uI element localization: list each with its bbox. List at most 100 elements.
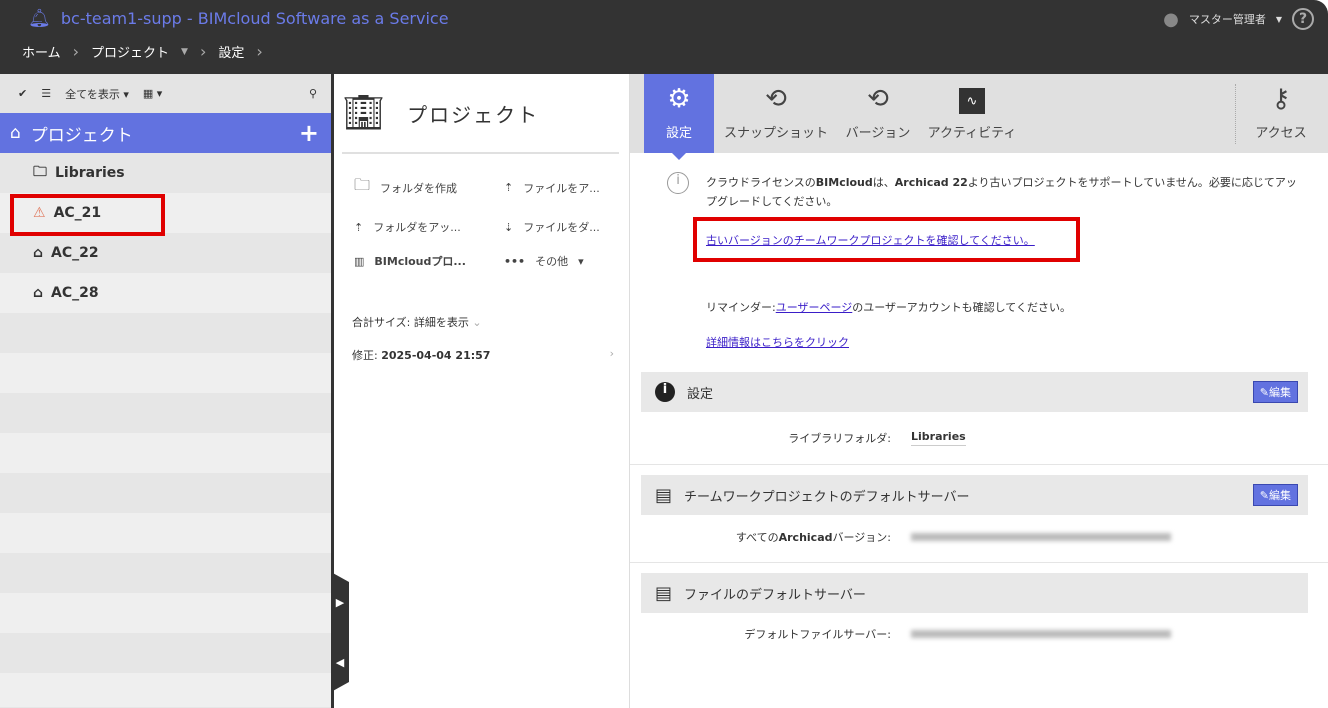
chevron-right-icon: › [256,42,263,61]
file-download-icon: ⇣ [504,220,514,234]
tab-label: スナップショット [723,126,828,141]
sidebar-item-libraries[interactable]: 🗀 Libraries [0,153,331,193]
project-icon: ⌂ [10,123,21,143]
action-label: ファイルをア... [523,181,600,195]
more-info-link[interactable]: 詳細情報はこちらをクリック [706,336,849,349]
section-title: 設定 [687,386,714,402]
action-label: その他 [535,255,569,268]
tab-separator [1235,84,1236,144]
field-label: デフォルトファイルサーバー: [744,628,891,641]
divider [630,562,1328,563]
sidebar-header: ⌂ プロジェクト + [0,113,331,153]
sidebar: ✔ ☰ 全てを表示 ▾ ▦ ▾ ⚲ ⌂ プロジェクト + 🗀 Libraries … [0,74,331,708]
upload-folder-button[interactable]: ⇡ フォルダをアッ... [354,219,504,235]
gear-icon: ⚙ [667,84,691,114]
section-settings: i 設定 ✎編集 [641,372,1308,412]
tab-snapshots[interactable]: ⟲ スナップショット [718,74,834,153]
house-icon: ⌂ [33,245,44,261]
highlight-box [693,217,1080,262]
check-icon[interactable]: ✔ [18,87,27,100]
search-icon[interactable]: ⚲ [309,87,317,100]
tab-bar: ⚙ 設定 ⟲ スナップショット ⟲ バージョン ∿ アクティビティ ⚷ アクセス [630,74,1328,160]
total-size-toggle[interactable]: 合計サイズ: 詳細を表示 ⌄ [352,314,482,330]
breadcrumb-home[interactable]: ホーム [22,42,61,61]
tab-access[interactable]: ⚷ アクセス [1246,74,1316,153]
breadcrumb-settings[interactable]: 設定 [218,42,244,61]
panel-collapse-handle[interactable]: ▶ ◀ [331,572,349,692]
add-project-button[interactable]: + [299,119,319,147]
divider [630,464,1328,465]
user-page-link[interactable]: ユーザーページ [776,301,853,314]
dropdown-caret-icon[interactable]: ▼ [181,47,188,57]
sidebar-toolbar: ✔ ☰ 全てを表示 ▾ ▦ ▾ ⚲ [0,74,331,113]
item-label: Libraries [55,165,125,181]
tab-settings[interactable]: ⚙ 設定 [644,74,714,160]
tab-versions[interactable]: ⟲ バージョン [840,74,916,153]
bell-icon[interactable]: 🔔︎ [28,8,51,29]
license-notice: クラウドライセンスのBIMcloudは、Archicad 22より古いプロジェク… [706,176,1297,208]
project-panel: 🏢︎ プロジェクト 🗀 フォルダを作成 ⇡ ファイルをア... ⇡ フォルダをアッ..… [334,74,630,708]
info-icon: i [667,172,689,194]
chevron-right-icon: › [609,347,614,360]
more-button[interactable]: ••• その他 ▾ [504,253,644,269]
house-icon: ⌂ [33,285,44,301]
breadcrumb: ホーム › プロジェクト ▼ › 設定 › [22,42,263,61]
download-file-button[interactable]: ⇣ ファイルをダ... [504,219,644,235]
upload-file-button[interactable]: ⇡ ファイルをア... [504,174,644,201]
building-icon: ▥ [354,254,365,268]
app-title: 🔔︎ bc-team1-supp - BIMcloud Software as … [28,8,449,29]
tab-label: アクセス [1255,126,1307,141]
snapshot-icon: ⟲ [765,84,787,114]
bimcloud-project-button[interactable]: ▥ BIMcloudプロ... [354,253,504,269]
calendar-icon[interactable]: ▦ ▾ [143,87,162,100]
library-folder-icon: 🗀 [33,164,47,180]
project-building-icon: 🏢︎ [342,93,388,133]
modified-value: 2025-04-04 21:57 [381,349,491,362]
settings-panel: ⚙ 設定 ⟲ スナップショット ⟲ バージョン ∿ アクティビティ ⚷ アクセス i クラ… [630,74,1328,708]
edit-teamwork-server-button[interactable]: ✎編集 [1252,484,1298,506]
chevron-right-icon: › [72,42,80,61]
archicad-version-row: すべてのArchicadバージョン: [641,529,1171,545]
version-icon: ⟲ [867,84,889,114]
item-label: AC_28 [51,285,99,301]
key-icon: ⚷ [1271,84,1291,114]
create-folder-button[interactable]: 🗀 フォルダを作成 [354,174,504,201]
folder-upload-icon: ⇡ [354,220,364,234]
action-label: BIMcloudプロ... [374,255,466,268]
section-file-server: ▤ ファイルのデフォルトサーバー [641,573,1308,613]
modified-label: 修正: [352,349,378,362]
modified-row[interactable]: 修正: 2025-04-04 21:57 › [352,347,614,363]
action-label: フォルダをアッ... [373,221,461,234]
project-panel-title: プロジェクト [407,102,540,127]
user-name[interactable]: マスター管理者 [1189,11,1266,27]
sidebar-item-ac22[interactable]: ⌂ AC_22 [0,233,331,273]
breadcrumb-project[interactable]: プロジェクト [91,42,169,61]
section-title: チームワークプロジェクトのデフォルトサーバー [684,489,970,505]
section-title: ファイルのデフォルトサーバー [684,587,866,603]
tab-activity[interactable]: ∿ アクティビティ [922,74,1022,153]
file-upload-icon: ⇡ [504,181,514,194]
expand-arrow-icon[interactable]: ▶ [336,596,344,609]
app-title-text: bc-team1-supp - BIMcloud Software as a S… [60,9,449,28]
user-menu[interactable]: ● マスター管理者 ▼ ? [1163,8,1314,30]
server-icon: ▤ [655,582,673,604]
filter-dropdown[interactable]: 全てを表示 ▾ [65,86,129,102]
action-grid: 🗀 フォルダを作成 ⇡ ファイルをア... ⇡ フォルダをアッ... ⇣ ファイルをダ.… [334,154,629,269]
top-bar: 🔔︎ bc-team1-supp - BIMcloud Software as … [0,0,1328,74]
edit-settings-button[interactable]: ✎編集 [1252,381,1298,403]
info-circle-icon: i [655,382,675,402]
action-label: ファイルをダ... [523,221,600,234]
collapse-arrow-icon[interactable]: ◀ [336,656,344,669]
dropdown-caret-icon[interactable]: ▼ [1276,15,1282,24]
more-dots-icon: ••• [504,254,526,268]
help-icon[interactable]: ? [1292,8,1314,30]
default-file-server-row: デフォルトファイルサーバー: [641,626,1171,642]
size-label: 合計サイズ: 詳細を表示 [352,316,469,329]
library-folder-row: ライブラリフォルダ: Libraries [641,430,966,446]
action-label: フォルダを作成 [380,181,458,195]
library-folder-value[interactable]: Libraries [911,430,966,446]
list-icon[interactable]: ☰ [41,87,51,100]
sidebar-item-ac28[interactable]: ⌂ AC_28 [0,273,331,313]
tab-label: バージョン [845,126,911,141]
blurred-server-value [911,533,1171,541]
